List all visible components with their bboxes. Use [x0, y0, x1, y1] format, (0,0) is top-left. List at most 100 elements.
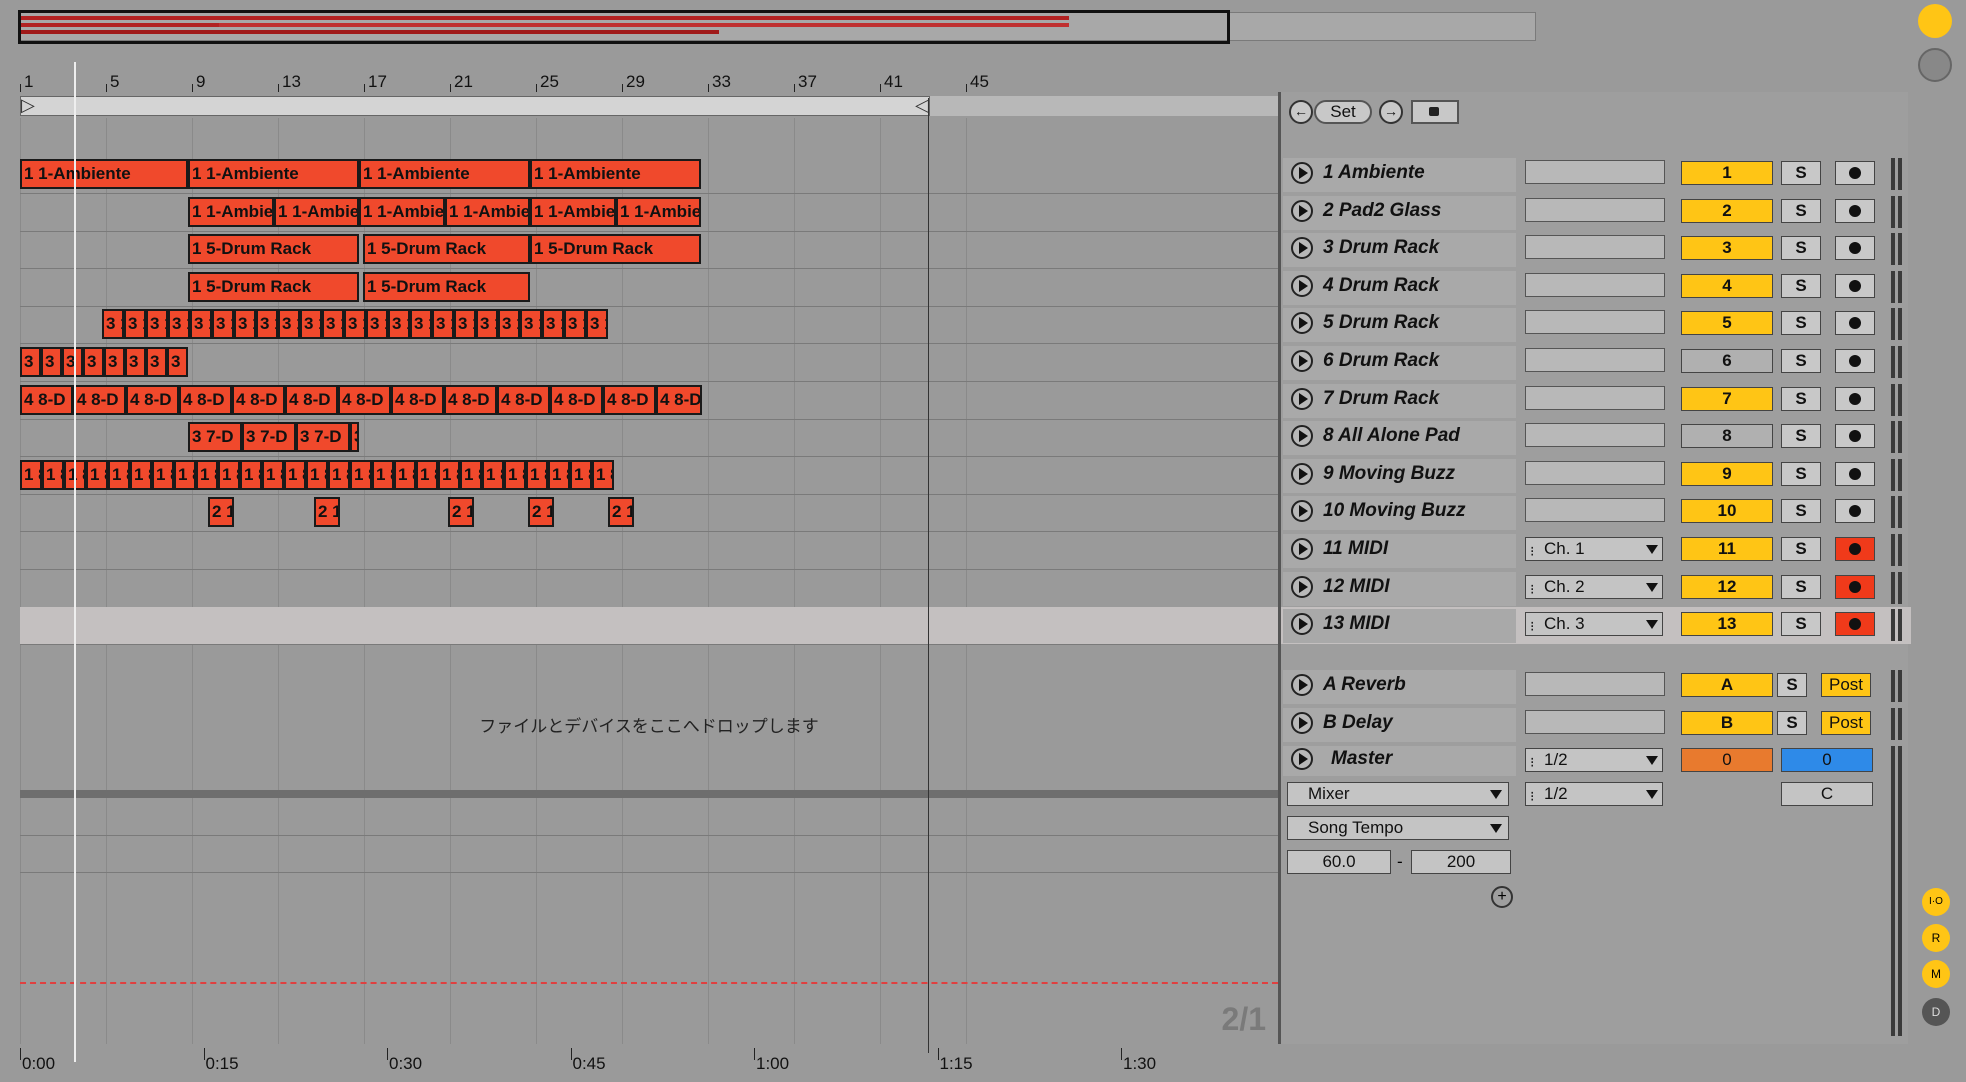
cue-output-select[interactable]: ⁝ 1/2: [1525, 782, 1663, 806]
track-play-icon[interactable]: [1291, 711, 1313, 734]
clip[interactable]: 3 1: [62, 347, 83, 377]
clip[interactable]: 3 1: [542, 309, 564, 340]
clip[interactable]: 3 7-D: [188, 422, 242, 453]
solo-button[interactable]: S: [1777, 710, 1807, 735]
clip[interactable]: 1 8: [328, 459, 350, 490]
clip[interactable]: 3 1: [124, 309, 146, 340]
track-header[interactable]: 4 Drum Rack 4 S: [1281, 269, 1911, 306]
master-name[interactable]: Master: [1331, 748, 1392, 770]
track-lane[interactable]: 1 5-Drum Rack 1 5-Drum Rack: [20, 269, 1278, 307]
track-name[interactable]: 11 MIDI: [1323, 538, 1388, 560]
clip[interactable]: 1 1-Ambien: [445, 196, 530, 227]
clip[interactable]: 1 1-Ambien: [274, 196, 359, 227]
track-header[interactable]: 7 Drum Rack 7 S: [1281, 382, 1911, 419]
next-locator-button[interactable]: →: [1379, 100, 1403, 124]
clip[interactable]: 3 1: [168, 309, 190, 340]
sidebar-io-button[interactable]: I·O: [1922, 888, 1950, 916]
arm-button[interactable]: [1835, 198, 1875, 223]
clip[interactable]: 3 1: [454, 309, 476, 340]
return-lane[interactable]: [20, 835, 1278, 873]
track-header[interactable]: 11 MIDI ⁝ Ch. 1 11 S: [1281, 532, 1911, 569]
track-io-box[interactable]: [1525, 197, 1665, 222]
track-io-box[interactable]: [1525, 160, 1665, 184]
track-name[interactable]: 5 Drum Rack: [1323, 312, 1439, 334]
track-lane[interactable]: 3 13 13 13 13 13 13 13 1: [20, 344, 1278, 382]
clip[interactable]: 1 1-Ambiente: [359, 159, 530, 189]
clip[interactable]: 2 1: [608, 497, 634, 528]
track-lane[interactable]: [20, 532, 1278, 570]
master-volume-field[interactable]: 0: [1781, 748, 1873, 772]
track-header[interactable]: 8 All Alone Pad 8 S: [1281, 419, 1911, 456]
clip[interactable]: 3 1: [146, 347, 167, 377]
sidebar-mixer-button[interactable]: M: [1922, 960, 1950, 988]
clip[interactable]: 3 1: [322, 309, 344, 340]
clip[interactable]: 1 8: [592, 459, 614, 490]
clip[interactable]: 1 8: [152, 459, 174, 490]
clip[interactable]: 1 5-Drum Rack: [188, 271, 359, 302]
tempo-max-field[interactable]: 200: [1411, 850, 1511, 874]
track-lane[interactable]: 1 5-Drum Rack 1 5-Drum Rack 1 5-Drum Rack: [20, 231, 1278, 270]
clip[interactable]: 4 8-D: [338, 384, 391, 415]
tempo-min-field[interactable]: 60.0: [1287, 850, 1391, 874]
track-activator[interactable]: 13: [1681, 612, 1773, 637]
track-lane[interactable]: [20, 570, 1278, 608]
clip[interactable]: 4 8-D: [391, 384, 444, 415]
clip[interactable]: 2 1: [208, 497, 234, 528]
pre-post-button[interactable]: Post: [1821, 710, 1871, 735]
track-activator[interactable]: 8: [1681, 424, 1773, 449]
clip[interactable]: 1 1-Ambien: [616, 196, 701, 227]
automation-param-select[interactable]: Song Tempo: [1287, 816, 1509, 840]
track-lane[interactable]: 3 13 13 13 13 13 13 13 13 13 13 13 13 13…: [20, 306, 1278, 345]
track-activator[interactable]: 9: [1681, 461, 1773, 486]
clip[interactable]: 3 1: [20, 347, 41, 377]
track-lane[interactable]: 2 1 2 1 2 1 2 1 2 1: [20, 494, 1278, 533]
clip[interactable]: 3 1: [432, 309, 454, 340]
track-header[interactable]: 2 Pad2 Glass 2 S: [1281, 194, 1911, 231]
lock-envelopes-button[interactable]: [1411, 100, 1459, 124]
clip[interactable]: 1 1-Ambien: [359, 196, 445, 227]
clip[interactable]: 1 8: [570, 459, 592, 490]
clip[interactable]: 1 8: [548, 459, 570, 490]
clip[interactable]: 1 8: [174, 459, 196, 490]
clip[interactable]: 1 8: [108, 459, 130, 490]
master-fold-icon[interactable]: [1291, 748, 1313, 770]
clip[interactable]: 1 8: [196, 459, 218, 490]
track-lane[interactable]: 1 81 81 81 81 81 81 81 81 81 81 81 81 81…: [20, 457, 1278, 495]
clip[interactable]: 3 7-D: [242, 422, 296, 453]
clip[interactable]: 3 1: [498, 309, 520, 340]
clip[interactable]: 3 1: [278, 309, 300, 340]
track-io-box[interactable]: [1525, 709, 1665, 734]
arm-button[interactable]: [1835, 386, 1875, 411]
clip[interactable]: 3 1: [256, 309, 278, 340]
arm-button[interactable]: [1835, 424, 1875, 449]
clip[interactable]: 1 8: [504, 459, 526, 490]
sidebar-returns-button[interactable]: R: [1922, 924, 1950, 952]
clip[interactable]: 1 8: [526, 459, 548, 490]
master-output-select[interactable]: ⁝ 1/2: [1525, 748, 1663, 772]
track-play-icon[interactable]: [1291, 274, 1313, 297]
panel-toggle-icon[interactable]: [1918, 48, 1952, 82]
track-io-box[interactable]: [1525, 460, 1665, 485]
midi-channel-select[interactable]: ⁝ Ch. 2: [1525, 574, 1663, 599]
clip[interactable]: 1 1-Ambiente: [530, 159, 701, 189]
clip[interactable]: 3 1: [520, 309, 542, 340]
overview-visible-range[interactable]: [18, 10, 1230, 44]
track-lane[interactable]: 1 1-Ambiente 1 1-Ambiente 1 1-Ambiente 1 1-…: [20, 156, 1278, 194]
clip[interactable]: 1 5-Drum Rack: [530, 234, 701, 265]
clip[interactable]: 1 1-Ambien: [530, 196, 616, 227]
clip[interactable]: 1 5-Drum Rack: [363, 234, 530, 265]
track-activator[interactable]: 11: [1681, 537, 1773, 561]
track-play-icon[interactable]: [1291, 674, 1313, 696]
track-lane[interactable]: 1 1-Ambien1 1-Ambien1 1-Ambien1 1-Ambien…: [20, 194, 1278, 232]
solo-button[interactable]: S: [1781, 198, 1821, 223]
clip[interactable]: 3 1: [104, 347, 125, 377]
clip[interactable]: 3 1: [83, 347, 104, 377]
track-header[interactable]: 12 MIDI ⁝ Ch. 2 12 S: [1281, 570, 1911, 607]
clip[interactable]: 4 8-D: [603, 384, 656, 415]
track-name[interactable]: 9 Moving Buzz: [1323, 463, 1455, 485]
track-activator[interactable]: 3: [1681, 236, 1773, 261]
solo-button[interactable]: S: [1781, 424, 1821, 449]
return-divider[interactable]: [20, 790, 1278, 798]
return-lane[interactable]: [20, 798, 1278, 836]
clip[interactable]: 4 8-D: [73, 384, 126, 415]
